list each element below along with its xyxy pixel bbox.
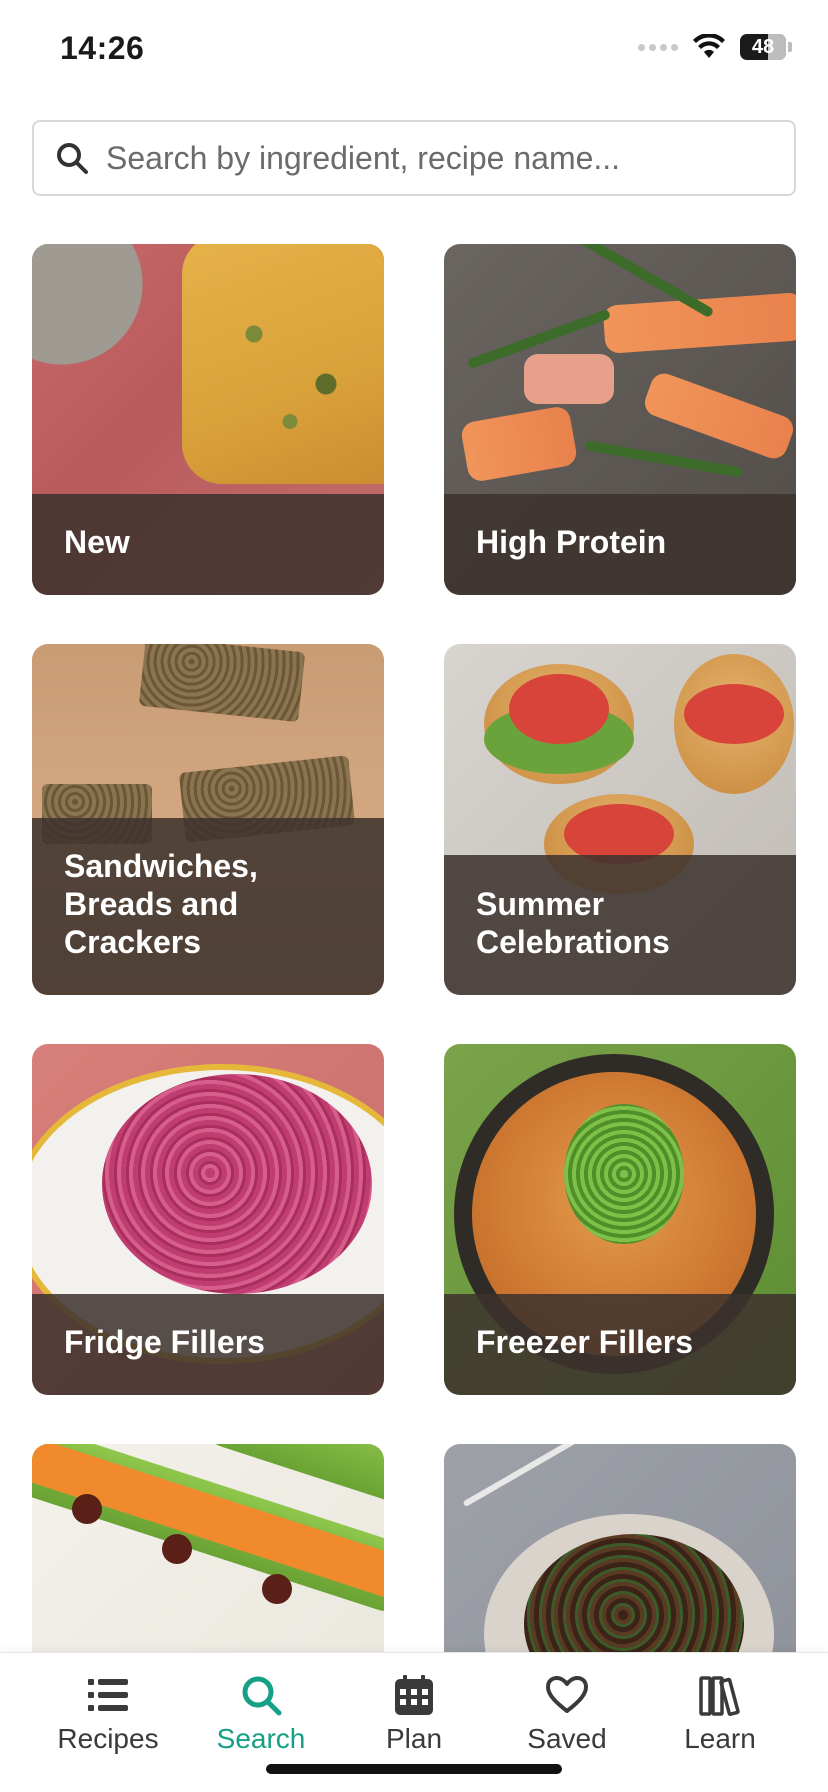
- category-label-overlay: Sandwiches, Breads and Crackers: [32, 818, 384, 995]
- books-icon: [698, 1673, 742, 1717]
- calendar-icon: [392, 1673, 436, 1717]
- cellular-signal-icon: [638, 43, 678, 51]
- list-icon: [86, 1673, 130, 1717]
- category-card-freezer-fillers[interactable]: Freezer Fillers: [444, 1044, 796, 1395]
- category-label-overlay: New: [32, 494, 384, 595]
- nav-item-plan[interactable]: Plan: [344, 1673, 484, 1755]
- battery-icon: 48: [740, 34, 786, 60]
- category-card-summer-celebrations[interactable]: Summer Celebrations: [444, 644, 796, 995]
- heart-icon: [545, 1673, 589, 1717]
- status-bar: 14:26 48: [0, 0, 828, 100]
- search-icon: [239, 1673, 283, 1717]
- category-label: Fridge Fillers: [64, 1324, 265, 1360]
- category-label-overlay: High Protein: [444, 494, 796, 595]
- category-label-overlay: Freezer Fillers: [444, 1294, 796, 1395]
- status-time: 14:26: [60, 30, 145, 66]
- nav-item-search[interactable]: Search: [191, 1673, 331, 1755]
- category-label: Sandwiches, Breads and Crackers: [64, 848, 258, 960]
- category-label: New: [64, 524, 130, 560]
- category-label: High Protein: [476, 524, 667, 560]
- nav-label: Search: [216, 1723, 306, 1754]
- nav-label: Saved: [527, 1723, 607, 1754]
- search-icon: [52, 138, 92, 178]
- category-label-overlay: Summer Celebrations: [444, 855, 796, 995]
- search-bar[interactable]: [32, 120, 796, 196]
- category-label-overlay: Fridge Fillers: [32, 1294, 384, 1395]
- search-input[interactable]: [106, 139, 766, 177]
- category-label: Freezer Fillers: [476, 1324, 693, 1360]
- status-indicators: 48: [638, 34, 792, 60]
- nav-item-learn[interactable]: Learn: [650, 1673, 790, 1755]
- nav-label: Recipes: [57, 1723, 159, 1754]
- battery-level: 48: [751, 35, 775, 58]
- home-indicator: [266, 1764, 562, 1774]
- nav-label: Learn: [684, 1723, 756, 1754]
- wifi-icon: [693, 34, 725, 58]
- category-card-fridge-fillers[interactable]: Fridge Fillers: [32, 1044, 384, 1395]
- nav-label: Plan: [385, 1723, 443, 1754]
- nav-item-saved[interactable]: Saved: [497, 1673, 637, 1755]
- category-card-high-protein[interactable]: High Protein: [444, 244, 796, 595]
- category-label: Summer Celebrations: [476, 886, 670, 960]
- category-card-new[interactable]: New: [32, 244, 384, 595]
- battery-tip: [788, 42, 792, 52]
- category-card-sandwiches-breads-crackers[interactable]: Sandwiches, Breads and Crackers: [32, 644, 384, 995]
- nav-item-recipes[interactable]: Recipes: [38, 1673, 178, 1755]
